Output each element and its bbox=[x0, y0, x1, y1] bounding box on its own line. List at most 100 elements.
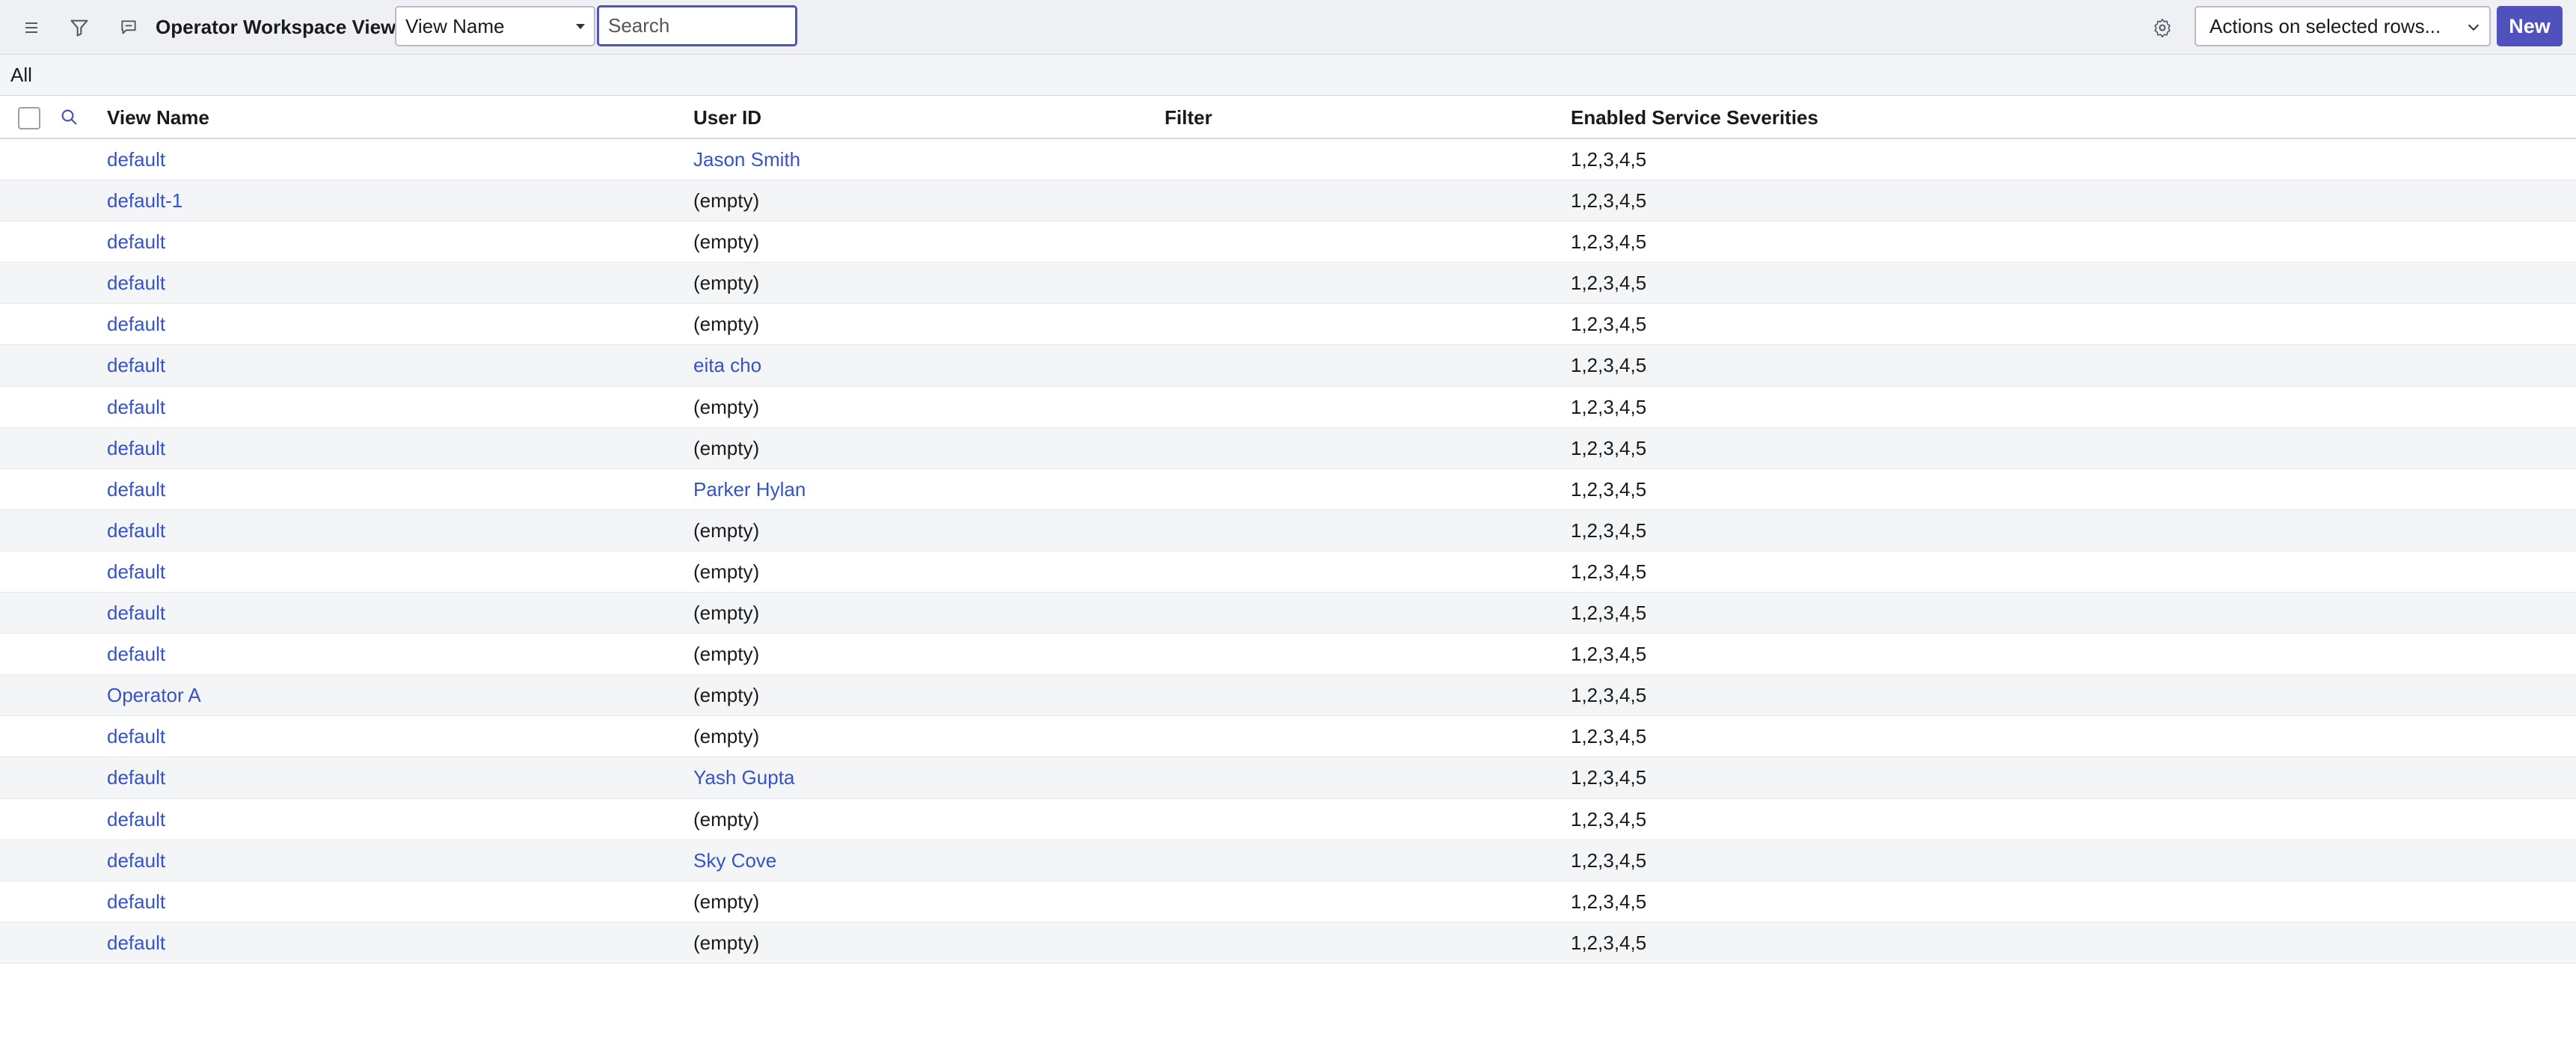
severities-value: 1,2,3,4,5 bbox=[1571, 519, 1647, 542]
severities-value: 1,2,3,4,5 bbox=[1571, 643, 1647, 666]
menu-icon[interactable] bbox=[16, 13, 46, 43]
view-name-link[interactable]: default bbox=[107, 799, 165, 840]
user-id-value: (empty) bbox=[693, 519, 760, 542]
user-id-link[interactable]: eita cho bbox=[693, 345, 761, 386]
table-row[interactable]: default (empty) 1,2,3,4,5 bbox=[0, 716, 2576, 758]
user-id-value: (empty) bbox=[693, 684, 760, 707]
table-header bbox=[0, 96, 2576, 139]
filter-icon[interactable] bbox=[64, 13, 94, 43]
severities-value: 1,2,3,4,5 bbox=[1571, 560, 1647, 583]
view-name-link[interactable]: Operator A bbox=[107, 675, 201, 716]
table-row[interactable]: default (empty) 1,2,3,4,5 bbox=[0, 387, 2576, 428]
table-row[interactable]: default (empty) 1,2,3,4,5 bbox=[0, 799, 2576, 840]
user-id-link[interactable]: Parker Hylan bbox=[693, 469, 806, 510]
view-name-link[interactable]: default bbox=[107, 387, 165, 428]
search-field-select[interactable]: View Name bbox=[395, 6, 595, 46]
user-id-link[interactable]: Yash Gupta bbox=[693, 757, 794, 798]
column-search-icon[interactable] bbox=[58, 106, 81, 132]
column-header-enabled-service-severities[interactable]: Enabled Service Severities bbox=[1571, 96, 1818, 139]
chat-icon[interactable] bbox=[114, 13, 144, 43]
view-name-link[interactable]: default bbox=[107, 221, 165, 263]
table-row[interactable]: default Jason Smith 1,2,3,4,5 bbox=[0, 139, 2576, 181]
user-id-value: (empty) bbox=[693, 602, 760, 625]
table-row[interactable]: default Yash Gupta 1,2,3,4,5 bbox=[0, 757, 2576, 799]
caret-down-icon bbox=[576, 24, 585, 29]
user-id-value: (empty) bbox=[693, 313, 760, 336]
user-id-value: (empty) bbox=[693, 560, 760, 583]
gear-icon[interactable] bbox=[2147, 13, 2177, 43]
table-row[interactable]: default (empty) 1,2,3,4,5 bbox=[0, 304, 2576, 346]
view-name-link[interactable]: default bbox=[107, 881, 165, 923]
user-id-value: (empty) bbox=[693, 272, 760, 295]
severities-value: 1,2,3,4,5 bbox=[1571, 602, 1647, 625]
view-name-link[interactable]: default bbox=[107, 304, 165, 345]
severities-value: 1,2,3,4,5 bbox=[1571, 807, 1647, 831]
view-name-link[interactable]: default bbox=[107, 716, 165, 757]
table-row[interactable]: default (empty) 1,2,3,4,5 bbox=[0, 881, 2576, 923]
view-name-link[interactable]: default bbox=[107, 840, 165, 881]
search-input[interactable] bbox=[597, 5, 797, 46]
severities-value: 1,2,3,4,5 bbox=[1571, 272, 1647, 295]
view-name-link[interactable]: default bbox=[107, 345, 165, 386]
severities-value: 1,2,3,4,5 bbox=[1571, 230, 1647, 254]
user-id-value: (empty) bbox=[693, 931, 760, 954]
severities-value: 1,2,3,4,5 bbox=[1571, 189, 1647, 212]
list-header-toolbar: Operator Workspace Views View Name Actio… bbox=[0, 0, 2576, 55]
severities-value: 1,2,3,4,5 bbox=[1571, 766, 1647, 789]
severities-value: 1,2,3,4,5 bbox=[1571, 395, 1647, 418]
new-button[interactable]: New bbox=[2497, 6, 2563, 46]
table-row[interactable]: default (empty) 1,2,3,4,5 bbox=[0, 221, 2576, 263]
table-row[interactable]: default (empty) 1,2,3,4,5 bbox=[0, 427, 2576, 469]
table-row[interactable]: default (empty) 1,2,3,4,5 bbox=[0, 551, 2576, 593]
table-row[interactable]: default (empty) 1,2,3,4,5 bbox=[0, 922, 2576, 964]
view-name-link[interactable]: default bbox=[107, 757, 165, 798]
severities-value: 1,2,3,4,5 bbox=[1571, 354, 1647, 377]
severities-value: 1,2,3,4,5 bbox=[1571, 436, 1647, 459]
select-all-checkbox[interactable] bbox=[18, 107, 40, 129]
table-row[interactable]: Operator A (empty) 1,2,3,4,5 bbox=[0, 675, 2576, 717]
view-name-link[interactable]: default-1 bbox=[107, 180, 183, 221]
search-field-select-value: View Name bbox=[405, 15, 505, 37]
table-row[interactable]: default Sky Cove 1,2,3,4,5 bbox=[0, 839, 2576, 881]
user-id-value: (empty) bbox=[693, 395, 760, 418]
table-row[interactable]: default Parker Hylan 1,2,3,4,5 bbox=[0, 469, 2576, 510]
table-row[interactable]: default (empty) 1,2,3,4,5 bbox=[0, 593, 2576, 634]
view-name-link[interactable]: default bbox=[107, 551, 165, 593]
severities-value: 1,2,3,4,5 bbox=[1571, 313, 1647, 336]
column-header-view-name[interactable]: View Name bbox=[107, 96, 209, 139]
table-row[interactable]: default (empty) 1,2,3,4,5 bbox=[0, 263, 2576, 305]
severities-value: 1,2,3,4,5 bbox=[1571, 725, 1647, 748]
view-name-link[interactable]: default bbox=[107, 634, 165, 675]
view-name-link[interactable]: default bbox=[107, 593, 165, 634]
severities-value: 1,2,3,4,5 bbox=[1571, 148, 1647, 171]
column-header-filter[interactable]: Filter bbox=[1165, 96, 1212, 139]
user-id-value: (empty) bbox=[693, 436, 760, 459]
severities-value: 1,2,3,4,5 bbox=[1571, 477, 1647, 501]
view-name-link[interactable]: default bbox=[107, 263, 165, 304]
user-id-value: (empty) bbox=[693, 643, 760, 666]
table-row[interactable]: default (empty) 1,2,3,4,5 bbox=[0, 510, 2576, 551]
user-id-value: (empty) bbox=[693, 725, 760, 748]
table-row[interactable]: default eita cho 1,2,3,4,5 bbox=[0, 345, 2576, 387]
view-name-link[interactable]: default bbox=[107, 139, 165, 180]
view-name-link[interactable]: default bbox=[107, 469, 165, 510]
severities-value: 1,2,3,4,5 bbox=[1571, 890, 1647, 913]
page-title: Operator Workspace Views bbox=[156, 16, 407, 38]
breadcrumb-all[interactable]: All bbox=[10, 62, 32, 88]
user-id-link[interactable]: Sky Cove bbox=[693, 840, 776, 881]
table-row[interactable]: default (empty) 1,2,3,4,5 bbox=[0, 634, 2576, 676]
table-body: default Jason Smith 1,2,3,4,5 default-1 (emp… bbox=[0, 139, 2576, 964]
view-name-link[interactable]: default bbox=[107, 428, 165, 469]
view-name-link[interactable]: default bbox=[107, 510, 165, 551]
view-name-link[interactable]: default bbox=[107, 923, 165, 964]
table-row[interactable]: default-1 (empty) 1,2,3,4,5 bbox=[0, 180, 2576, 222]
breadcrumb: All bbox=[0, 55, 2576, 96]
actions-select[interactable]: Actions on selected rows... bbox=[2195, 6, 2491, 46]
column-header-user-id[interactable]: User ID bbox=[693, 96, 761, 139]
severities-value: 1,2,3,4,5 bbox=[1571, 931, 1647, 954]
user-id-value: (empty) bbox=[693, 189, 760, 212]
user-id-value: (empty) bbox=[693, 890, 760, 913]
chevron-down-icon bbox=[2468, 24, 2480, 31]
user-id-link[interactable]: Jason Smith bbox=[693, 139, 800, 180]
actions-select-value: Actions on selected rows... bbox=[2209, 15, 2441, 37]
